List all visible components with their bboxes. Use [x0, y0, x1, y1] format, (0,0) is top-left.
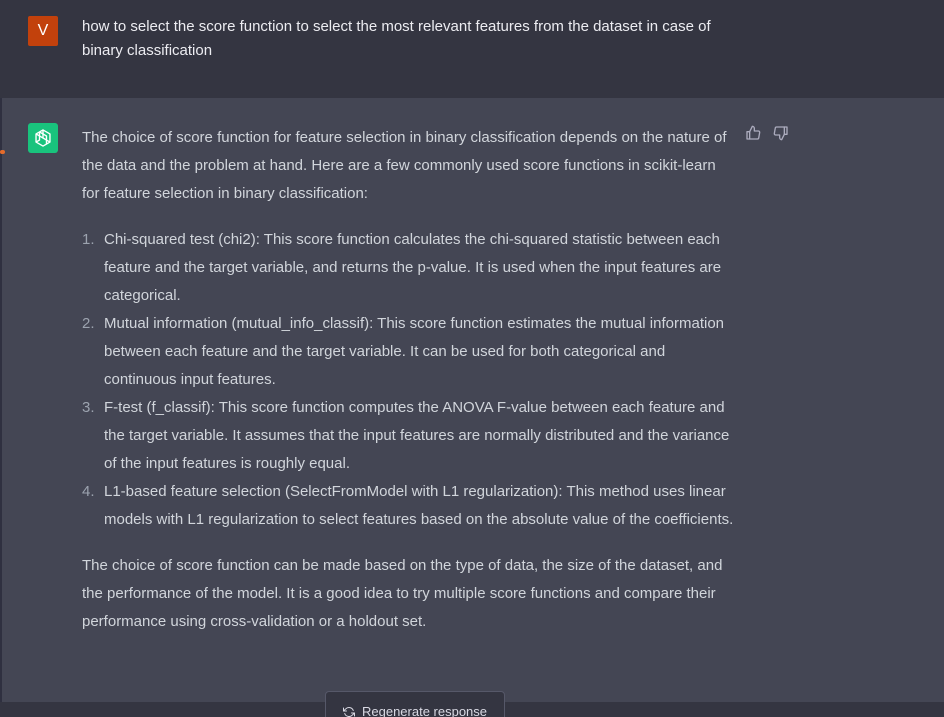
cursor-marker — [0, 150, 5, 154]
list-number: 3. — [82, 399, 95, 416]
assistant-message-row: The choice of score function for feature… — [0, 98, 944, 717]
answer-intro: The choice of score function for feature… — [82, 129, 727, 202]
answer-conclusion: The choice of score function can be made… — [82, 557, 723, 630]
list-item-text: L1-based feature selection (SelectFromMo… — [104, 483, 734, 528]
list-item-text: F-test (f_classif): This score function … — [104, 399, 730, 472]
list-number: 1. — [82, 231, 95, 248]
list-item: 4. L1-based feature selection (SelectFrom… — [82, 478, 737, 534]
regenerate-response-button[interactable]: Regenerate response — [325, 691, 505, 717]
user-avatar: V — [28, 16, 58, 46]
assistant-answer: The choice of score function for feature… — [82, 124, 737, 636]
chat-page: V how to select the score function to se… — [0, 0, 944, 717]
list-item: 2. Mutual information (mutual_info_classi… — [82, 310, 737, 394]
regenerate-label: Regenerate response — [361, 704, 488, 717]
list-number: 2. — [82, 315, 95, 332]
thumbs-down-icon[interactable] — [772, 124, 790, 142]
list-item-text: Mutual information (mutual_info_classif)… — [104, 315, 725, 388]
list-item: 1. Chi-squared test (chi2): This score fu… — [82, 226, 737, 310]
refresh-icon — [342, 706, 355, 717]
list-number: 4. — [82, 483, 95, 500]
chatgpt-logo-icon — [28, 123, 58, 153]
list-item-text: Chi-squared test (chi2): This score func… — [104, 231, 722, 304]
user-message-row: V how to select the score function to se… — [0, 0, 944, 99]
user-message-text: how to select the score function to sele… — [82, 18, 711, 59]
score-function-list: 1. Chi-squared test (chi2): This score fu… — [82, 226, 737, 534]
list-item: 3. F-test (f_classif): This score functio… — [82, 394, 737, 478]
thumbs-up-icon[interactable] — [744, 124, 762, 142]
feedback-buttons — [744, 124, 790, 142]
sidebar-edge — [0, 98, 2, 717]
